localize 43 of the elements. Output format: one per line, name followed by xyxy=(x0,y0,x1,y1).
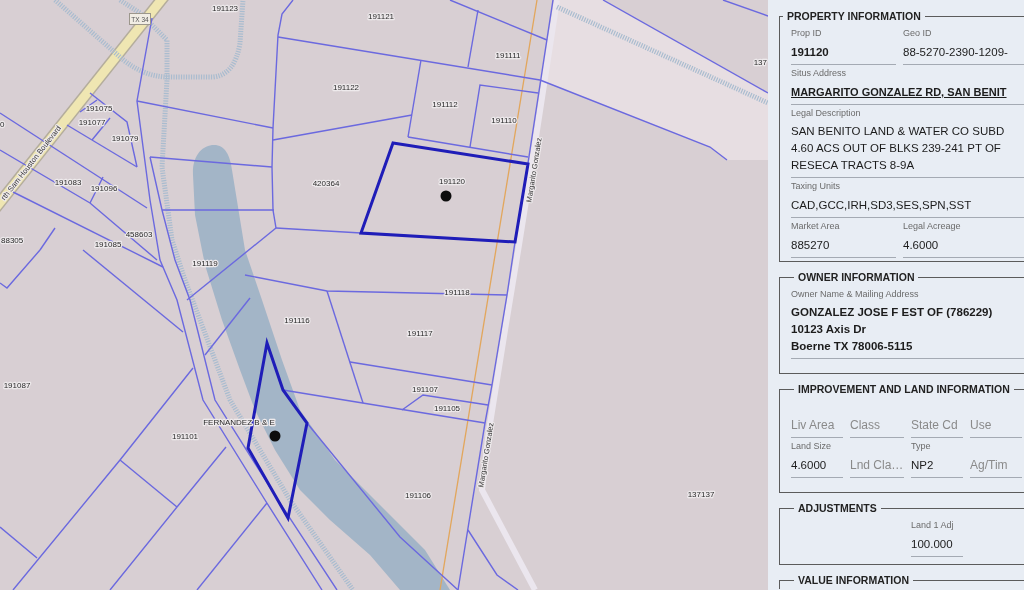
land-type-field[interactable]: Type NP2 xyxy=(911,438,963,478)
parcel-number-label: 137137 xyxy=(687,489,715,499)
section-title: ADJUSTMENTS xyxy=(797,502,878,515)
parcel-number-label: 191079 xyxy=(111,133,139,143)
legal-acreage-field[interactable]: Legal Acreage 4.6000 xyxy=(903,218,1024,258)
parcel-number-label: 458603 xyxy=(125,229,153,239)
market-area-field[interactable]: Market Area 885270 xyxy=(791,218,896,258)
owner-address-field[interactable]: Owner Name & Mailing Address GONZALEZ JOSE F EST OF (786229) 10123 Axis Dr Boerne TX 78006-5115 xyxy=(791,286,1024,359)
parcel-number-label: 191106 xyxy=(404,490,432,500)
parcel-number-label: 191112 xyxy=(432,99,458,109)
parcel-number-label: 191101 xyxy=(171,431,199,441)
parcel-number-label: 137 xyxy=(753,57,767,67)
parcel-number-label: 88305 xyxy=(1,235,24,245)
section-title: PROPERTY INFORMATION xyxy=(786,10,922,23)
parcel-number-label: 420364 xyxy=(312,178,340,188)
situs-address-field[interactable]: Situs Address MARGARITO GONZALEZ RD, SAN BENIT xyxy=(791,65,1024,105)
parcel-number-label: 191111 xyxy=(495,50,521,60)
parcel-number-label: 191121 xyxy=(367,11,395,21)
parcel-number-label: 191075 xyxy=(85,103,113,113)
land-adjustment-field[interactable]: Land 1 Adj 100.000 xyxy=(911,517,963,557)
taxing-units-field[interactable]: Taxing Units CAD,GCC,IRH,SD3,SES,SPN,SST xyxy=(791,178,1024,218)
parcel-number-label: 191119 xyxy=(192,258,218,268)
parcel-number-label: 191083 xyxy=(54,177,82,187)
parcel-number-label: 191087 xyxy=(3,380,31,390)
parcel-number-label: 191123 xyxy=(211,3,239,13)
section-title: IMPROVEMENT AND LAND INFORMATION xyxy=(797,383,1011,396)
prop-id-field[interactable]: Prop ID 191120 xyxy=(791,25,896,65)
parcel-number-label: 191107 xyxy=(411,384,439,394)
section-title: VALUE INFORMATION xyxy=(797,574,911,587)
parcel-number-label: 191116 xyxy=(284,315,310,325)
parcel-number-label: 191117 xyxy=(407,328,433,338)
parcel-number-label: 191110 xyxy=(491,115,517,125)
legal-description-field[interactable]: Legal Description SAN BENITO LAND & WATER CO SUBD 4.60 ACS OUT OF BLKS 239-241 PT OF RESECA TRACTS 8-9A xyxy=(791,105,1024,178)
parcel-number-label: 191122 xyxy=(332,82,360,92)
parcel-number-label: 0 xyxy=(0,119,5,129)
section-title: OWNER INFORMATION xyxy=(797,271,916,284)
parcel-number-label: 191105 xyxy=(433,403,461,413)
parcel-number-label: 191120 xyxy=(438,176,466,186)
parcel-number-label: 191077 xyxy=(78,117,106,127)
address-link[interactable]: MARGARITO GONZALEZ RD, SAN BENIT xyxy=(791,86,1007,98)
parcel-number-label: 191085 xyxy=(94,239,122,249)
land-size-field[interactable]: Land Size 4.6000 xyxy=(791,438,843,478)
geo-id-field[interactable]: Geo ID 88-5270-2390-1209- xyxy=(903,25,1024,65)
